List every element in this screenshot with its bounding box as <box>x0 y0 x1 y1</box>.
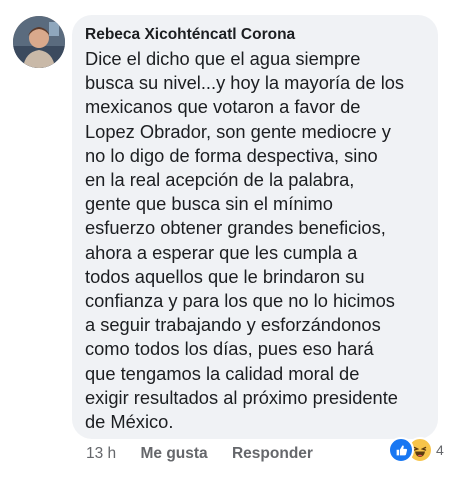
like-button[interactable]: Me gusta <box>140 445 207 462</box>
comment-line: gente que busca sin el mínimo <box>85 193 333 215</box>
comment-author[interactable]: Rebeca Xicohténcatl Corona <box>85 25 424 45</box>
comment-line: todos aquellos que le brindaron su <box>85 265 365 287</box>
comment-line: confianza y para los que no lo hicimos <box>85 290 395 312</box>
comment-line: exigir resultados al próximo presidente <box>85 386 398 408</box>
comment-line: Lopez Obrador, son gente mediocre y <box>85 120 391 142</box>
reply-button[interactable]: Responder <box>232 445 313 462</box>
comment-bubble: Rebeca Xicohténcatl Corona Dice el dicho… <box>72 15 438 439</box>
comment-line: ahora a esperar que les cumpla a <box>85 241 358 263</box>
comment-line: a seguir trabajando y esforzándonos <box>85 314 381 336</box>
comment-line: en la real acepción de la palabra, <box>85 169 355 191</box>
comment-line: busca su nivel...y hoy la mayoría de los <box>85 72 405 94</box>
like-icon <box>388 437 414 463</box>
comment-line: de México. <box>85 411 174 433</box>
comment-line: mexicanos que votaron a favor de <box>85 96 361 118</box>
reactions-summary[interactable]: 4 <box>388 437 444 463</box>
comment-line: no lo digo de forma despectiva, sino <box>85 144 378 166</box>
comment-text: Dice el dicho que el agua siempre busca … <box>85 47 424 434</box>
comment-timestamp[interactable]: 13 h <box>86 445 116 462</box>
comment-line: que tengamos la calidad moral de <box>85 362 360 384</box>
avatar-photo <box>13 16 65 68</box>
comment-line: esfuerzo obtener grandes beneficios, <box>85 217 386 239</box>
comment-line: como todos los días, pues eso hará <box>85 338 374 360</box>
comment-line: Dice el dicho que el agua siempre <box>85 48 361 69</box>
avatar[interactable] <box>13 16 65 68</box>
comment-actions: 13 h Me gusta Responder <box>86 444 313 464</box>
reaction-count: 4 <box>436 442 444 458</box>
